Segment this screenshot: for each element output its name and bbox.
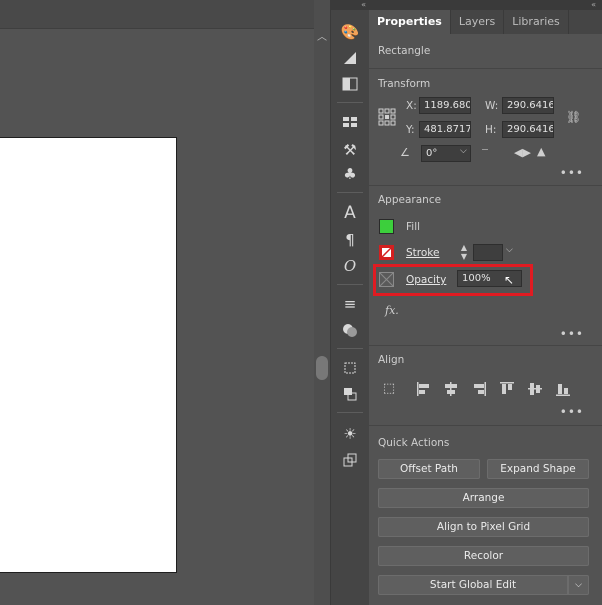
opentype-icon[interactable]: O xyxy=(340,256,360,276)
section-divider xyxy=(369,425,602,426)
tab-libraries[interactable]: Libraries xyxy=(504,10,569,34)
scrollbar-thumb[interactable] xyxy=(316,356,328,380)
h-input[interactable]: 290.6416 xyxy=(502,121,554,138)
brush-libraries-icon[interactable]: 🎨 xyxy=(340,22,360,42)
panel-tabs: Properties Layers Libraries xyxy=(369,10,602,34)
stroke-weight-dropdown-chevron-icon[interactable]: ⌵ xyxy=(506,245,513,255)
align-more-options[interactable]: ••• xyxy=(560,405,584,419)
align-left-icon[interactable] xyxy=(416,381,432,397)
x-input[interactable]: 1189.6803 xyxy=(419,97,471,114)
transparency-icon[interactable] xyxy=(340,74,360,94)
transform-title: Transform xyxy=(378,78,431,90)
tab-properties[interactable]: Properties xyxy=(369,10,451,34)
h-label: H: xyxy=(485,124,497,136)
stroke-weight-stepper[interactable]: ▲ ▼ xyxy=(458,243,470,261)
reference-point-icon[interactable] xyxy=(378,108,396,126)
pathfinder-icon[interactable] xyxy=(340,320,360,340)
recolor-button[interactable]: Recolor xyxy=(378,546,589,566)
align-vertical-center-icon[interactable] xyxy=(527,381,543,397)
global-edit-options-chevron-icon[interactable]: ⌵ xyxy=(568,575,589,595)
x-label: X: xyxy=(406,100,417,112)
align-title: Align xyxy=(378,354,405,366)
quick-actions-title: Quick Actions xyxy=(378,437,450,449)
symbols-icon[interactable]: ♣ xyxy=(340,164,360,184)
align-horizontal-center-icon[interactable] xyxy=(443,381,459,397)
constrain-proportions-icon[interactable]: ⛓ xyxy=(566,110,581,124)
collapse-strip-icon[interactable]: « xyxy=(331,0,369,10)
canvas-vertical-scrollbar[interactable]: ︿ xyxy=(314,0,330,605)
start-global-edit-button[interactable]: Start Global Edit xyxy=(378,575,568,595)
align-to-selection-icon[interactable]: ⬚ xyxy=(381,381,397,397)
tool-separator xyxy=(337,284,363,285)
opacity-highlight-box xyxy=(373,264,533,296)
section-divider xyxy=(369,185,602,186)
tool-separator xyxy=(337,412,363,413)
divider-dash xyxy=(482,149,488,150)
rotate-icon: ∠ xyxy=(400,146,410,159)
y-input[interactable]: 481.8717 xyxy=(419,121,471,138)
brushes-icon[interactable]: ⚒ xyxy=(340,140,360,160)
appearance-panel-icon[interactable]: ☀ xyxy=(340,424,360,444)
artboard[interactable] xyxy=(0,137,177,573)
w-input[interactable]: 290.6416 xyxy=(502,97,554,114)
section-divider xyxy=(369,68,602,69)
y-label: Y: xyxy=(406,124,415,136)
panel-icon-strip: « 🎨 ⚒ ♣ A ¶ O ≡ ☀ xyxy=(330,0,370,605)
align-to-pixel-grid-button[interactable]: Align to Pixel Grid xyxy=(378,517,589,537)
flip-horizontal-icon[interactable]: ◀▶ xyxy=(514,146,531,159)
appearance-title: Appearance xyxy=(378,194,442,206)
asset-export-icon[interactable] xyxy=(340,450,360,470)
gradient-icon[interactable] xyxy=(340,48,360,68)
tab-layers[interactable]: Layers xyxy=(451,10,505,34)
appearance-more-options[interactable]: ••• xyxy=(560,327,584,341)
swatches-icon[interactable] xyxy=(340,112,360,132)
stroke-panel-icon[interactable]: ≡ xyxy=(340,294,360,314)
character-icon[interactable]: A xyxy=(340,203,360,223)
fill-label: Fill xyxy=(406,221,421,233)
properties-panel: « Properties Layers Libraries Rectangle … xyxy=(369,0,602,605)
object-type-label: Rectangle xyxy=(378,45,431,57)
stroke-weight-input[interactable] xyxy=(473,244,503,261)
fx-effects-icon[interactable]: fx. xyxy=(385,304,399,317)
scroll-up-chevron-icon[interactable]: ︿ xyxy=(317,28,327,43)
fill-swatch[interactable] xyxy=(379,219,394,234)
expand-shape-button[interactable]: Expand Shape xyxy=(487,459,589,479)
stroke-swatch[interactable] xyxy=(379,245,394,260)
stroke-label-link[interactable]: Stroke xyxy=(406,247,439,259)
tool-separator xyxy=(337,348,363,349)
arrange-button[interactable]: Arrange xyxy=(378,488,589,508)
tool-separator xyxy=(337,102,363,103)
tool-separator xyxy=(337,192,363,193)
align-top-icon[interactable] xyxy=(499,381,515,397)
offset-path-button[interactable]: Offset Path xyxy=(378,459,480,479)
transform-more-options[interactable]: ••• xyxy=(560,166,584,180)
transform-panel-icon[interactable] xyxy=(340,358,360,378)
flip-vertical-icon[interactable]: ▲ xyxy=(537,145,545,158)
canvas-top-strip xyxy=(0,0,314,29)
align-panel-icon[interactable] xyxy=(340,384,360,404)
section-divider xyxy=(369,345,602,346)
canvas-area[interactable] xyxy=(0,0,314,605)
w-label: W: xyxy=(485,100,499,112)
paragraph-icon[interactable]: ¶ xyxy=(340,230,360,250)
collapse-panel-icon[interactable]: « xyxy=(369,0,602,10)
align-bottom-icon[interactable] xyxy=(555,381,571,397)
align-right-icon[interactable] xyxy=(471,381,487,397)
rotate-dropdown-chevron-icon[interactable]: ⌵ xyxy=(460,146,467,156)
